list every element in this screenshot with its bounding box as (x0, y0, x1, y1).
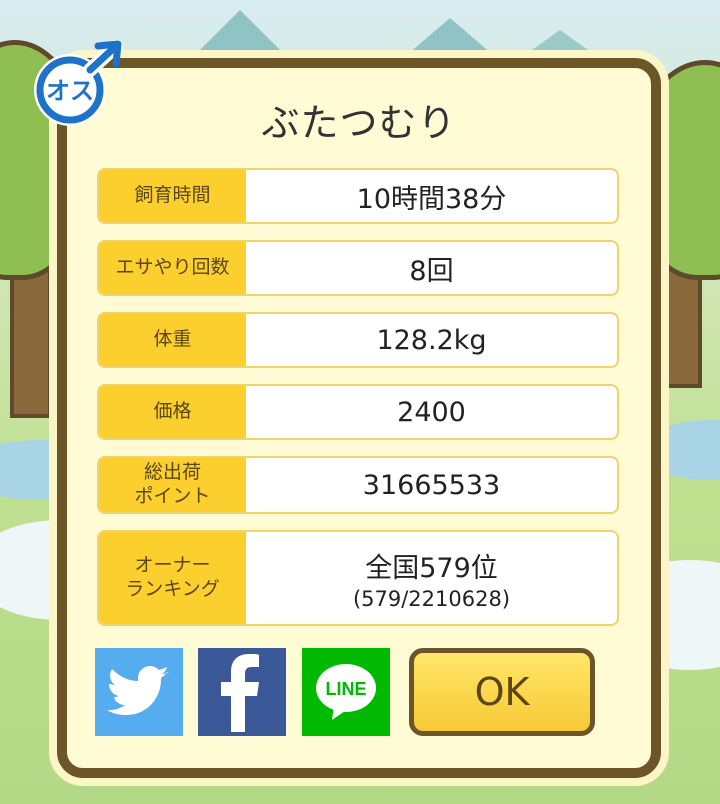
stat-label: 価格 (99, 386, 246, 438)
stat-value: 2400 (397, 396, 466, 428)
line-share-button[interactable]: LINE (302, 648, 390, 736)
stat-value: 31665533 (362, 469, 501, 501)
stat-row-breeding-time: 飼育時間 10時間38分 (97, 168, 619, 224)
pet-result-dialog: ぶたつむり 飼育時間 10時間38分 エサやり回数 8回 体重 128.2kg … (57, 58, 661, 778)
stat-label: 体重 (99, 314, 246, 366)
stat-value: 8回 (409, 255, 454, 287)
stat-row-shipping-points: 総出荷 ポイント 31665533 (97, 456, 619, 514)
stat-row-weight: 体重 128.2kg (97, 312, 619, 368)
stat-label: エサやり回数 (99, 242, 246, 294)
male-symbol-icon: オス (34, 39, 123, 126)
stat-label: 総出荷 ポイント (99, 458, 246, 512)
line-icon-label: LINE (325, 679, 366, 699)
stat-value: 全国579位 (579/2210628) (352, 552, 511, 611)
stat-row-owner-ranking: オーナー ランキング 全国579位 (579/2210628) (97, 530, 619, 626)
twitter-bird-icon (108, 666, 169, 715)
gender-badge: オス (24, 39, 124, 130)
stat-row-price: 価格 2400 (97, 384, 619, 440)
ok-button[interactable]: OK (409, 648, 595, 736)
stat-label: オーナー ランキング (99, 532, 246, 624)
gender-label: オス (46, 77, 94, 105)
ranking-detail: (579/2210628) (352, 586, 511, 611)
twitter-share-button[interactable] (95, 648, 183, 736)
stat-value: 128.2kg (376, 324, 487, 356)
line-chat-icon: LINE (316, 664, 376, 720)
facebook-share-button[interactable] (198, 648, 286, 736)
stat-row-feed-count: エサやり回数 8回 (97, 240, 619, 296)
stat-label: 飼育時間 (99, 170, 246, 222)
facebook-f-icon (221, 654, 259, 732)
stat-value: 10時間38分 (356, 183, 507, 215)
pet-name-title: ぶたつむり (261, 101, 457, 145)
